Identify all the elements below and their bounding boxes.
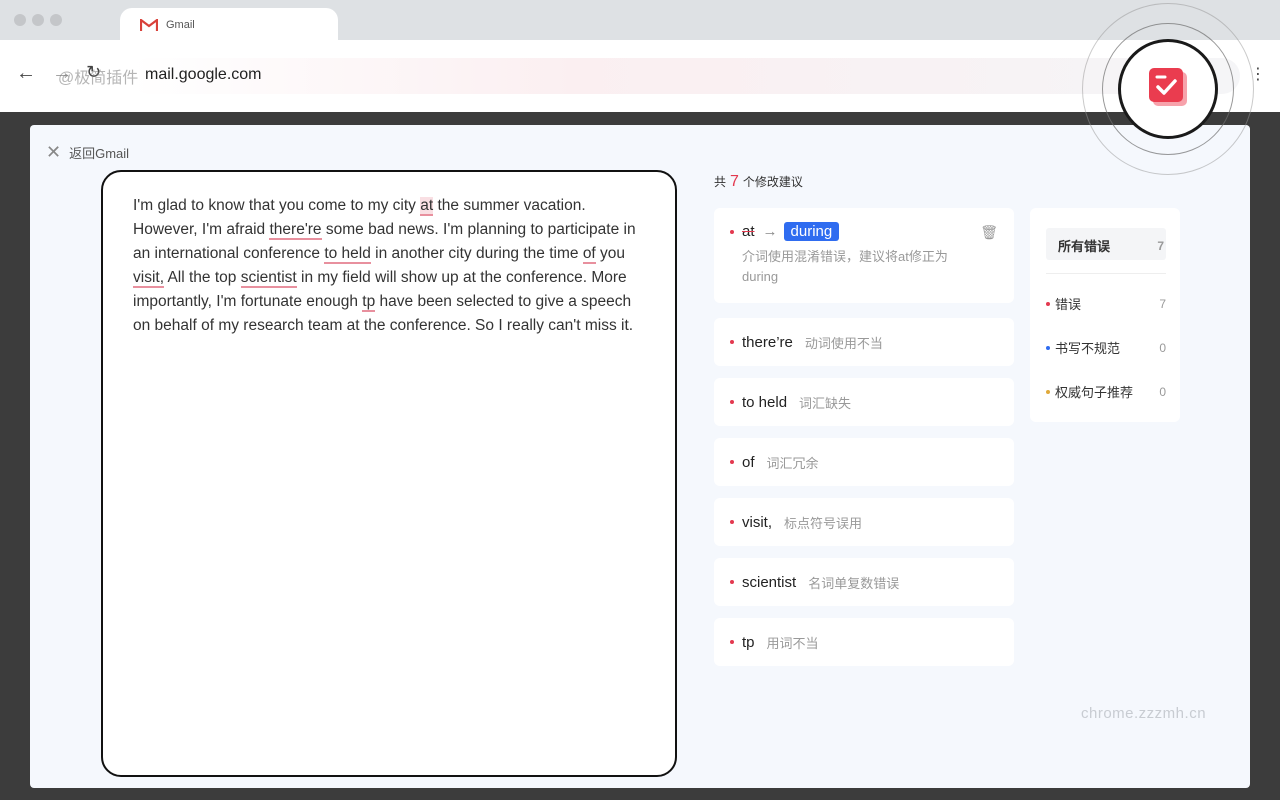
extension-checklist-icon [1149,68,1187,106]
back-to-gmail-button[interactable]: ✕ 返回Gmail [46,142,129,163]
bullet [730,580,734,584]
watermark-text: @极简插件 [58,70,139,87]
text-editor[interactable]: I'm glad to know that you come to my cit… [101,170,677,777]
error-highlight[interactable]: at [420,197,434,216]
filter-panel: 所有错误 7 错误 7 书写不规范 0 权威句子推荐 0 [1030,208,1180,422]
error-desc: 名词单复数错误 [808,575,900,591]
watermark-site: chrome.zzzmh.cn [1081,705,1207,722]
back-label: 返回Gmail [69,146,130,161]
suggestion-card[interactable]: tp 用词不当 [714,618,1014,666]
close-window-dot[interactable] [14,14,26,26]
filter-writing[interactable]: 书写不规范 0 [1046,338,1166,357]
suggestion-count: 7 [730,173,739,190]
suggestion-card[interactable]: visit, 标点符号误用 [714,498,1014,546]
tab-gmail[interactable]: Gmail [120,8,338,42]
error-desc: 词汇缺失 [799,395,852,411]
error-desc: 动词使用不当 [804,335,883,351]
filter-recommend[interactable]: 权威句子推荐 0 [1046,382,1166,401]
bullet [730,400,734,404]
text-segment: All the top [164,269,241,286]
text-segment: you [595,245,626,262]
suggestion-desc: 介词使用混淆错误，建议将at修正为during [742,249,948,284]
suggestion-card[interactable]: of 词汇冗余 [714,438,1014,486]
error-word: there’re [742,333,793,351]
tab-strip: Gmail [0,0,1280,42]
minimize-window-dot[interactable] [32,14,44,26]
error-highlight[interactable]: of [582,245,596,264]
suggestion-card[interactable]: to held 词汇缺失 [714,378,1014,426]
error-word: tp [742,633,755,651]
close-icon: ✕ [46,142,62,162]
address-bar[interactable] [130,58,1240,94]
error-word: of [742,453,755,471]
original-word: at [742,223,755,240]
error-word: scientist [742,573,797,591]
error-highlight[interactable]: tp [362,293,376,312]
url-text[interactable]: mail.google.com [145,66,262,84]
filter-all-errors[interactable]: 所有错误 7 [1046,236,1164,255]
text-segment: I'm glad to know that you come to my cit… [133,197,421,214]
suggestion-card[interactable]: scientist 名词单复数错误 [714,558,1014,606]
text-segment: in another city during the time [370,245,583,262]
error-word: visit, [742,513,772,531]
trash-icon[interactable]: 🗑 [980,224,998,241]
suggestion-card[interactable]: at → during 介词使用混淆错误，建议将at修正为during 🗑 [714,208,1014,303]
suggestion-card[interactable]: there’re 动词使用不当 [714,318,1014,366]
error-word: to held [742,393,788,411]
error-highlight[interactable]: scientist [240,269,297,288]
error-desc: 标点符号误用 [784,515,863,531]
bullet [730,460,734,464]
bullet [730,340,734,344]
error-highlight[interactable]: visit, [133,269,164,288]
tab-title: Gmail [166,19,195,31]
back-arrow-icon[interactable]: ← [16,62,36,85]
error-highlight[interactable]: to held [324,245,371,264]
arrow-icon: → [762,223,778,240]
bullet [730,640,734,644]
extension-button[interactable] [1118,39,1218,139]
error-desc: 词汇冗余 [766,455,819,471]
gmail-logo-icon [140,18,158,31]
bullet [730,520,734,524]
error-highlight[interactable]: there're [269,221,322,240]
filter-errors[interactable]: 错误 7 [1046,294,1166,313]
replacement-chip[interactable]: during [783,222,840,241]
suggestion-summary: 共 7 个修改建议 [714,173,803,190]
error-desc: 用词不当 [766,635,819,651]
maximize-window-dot[interactable] [50,14,62,26]
